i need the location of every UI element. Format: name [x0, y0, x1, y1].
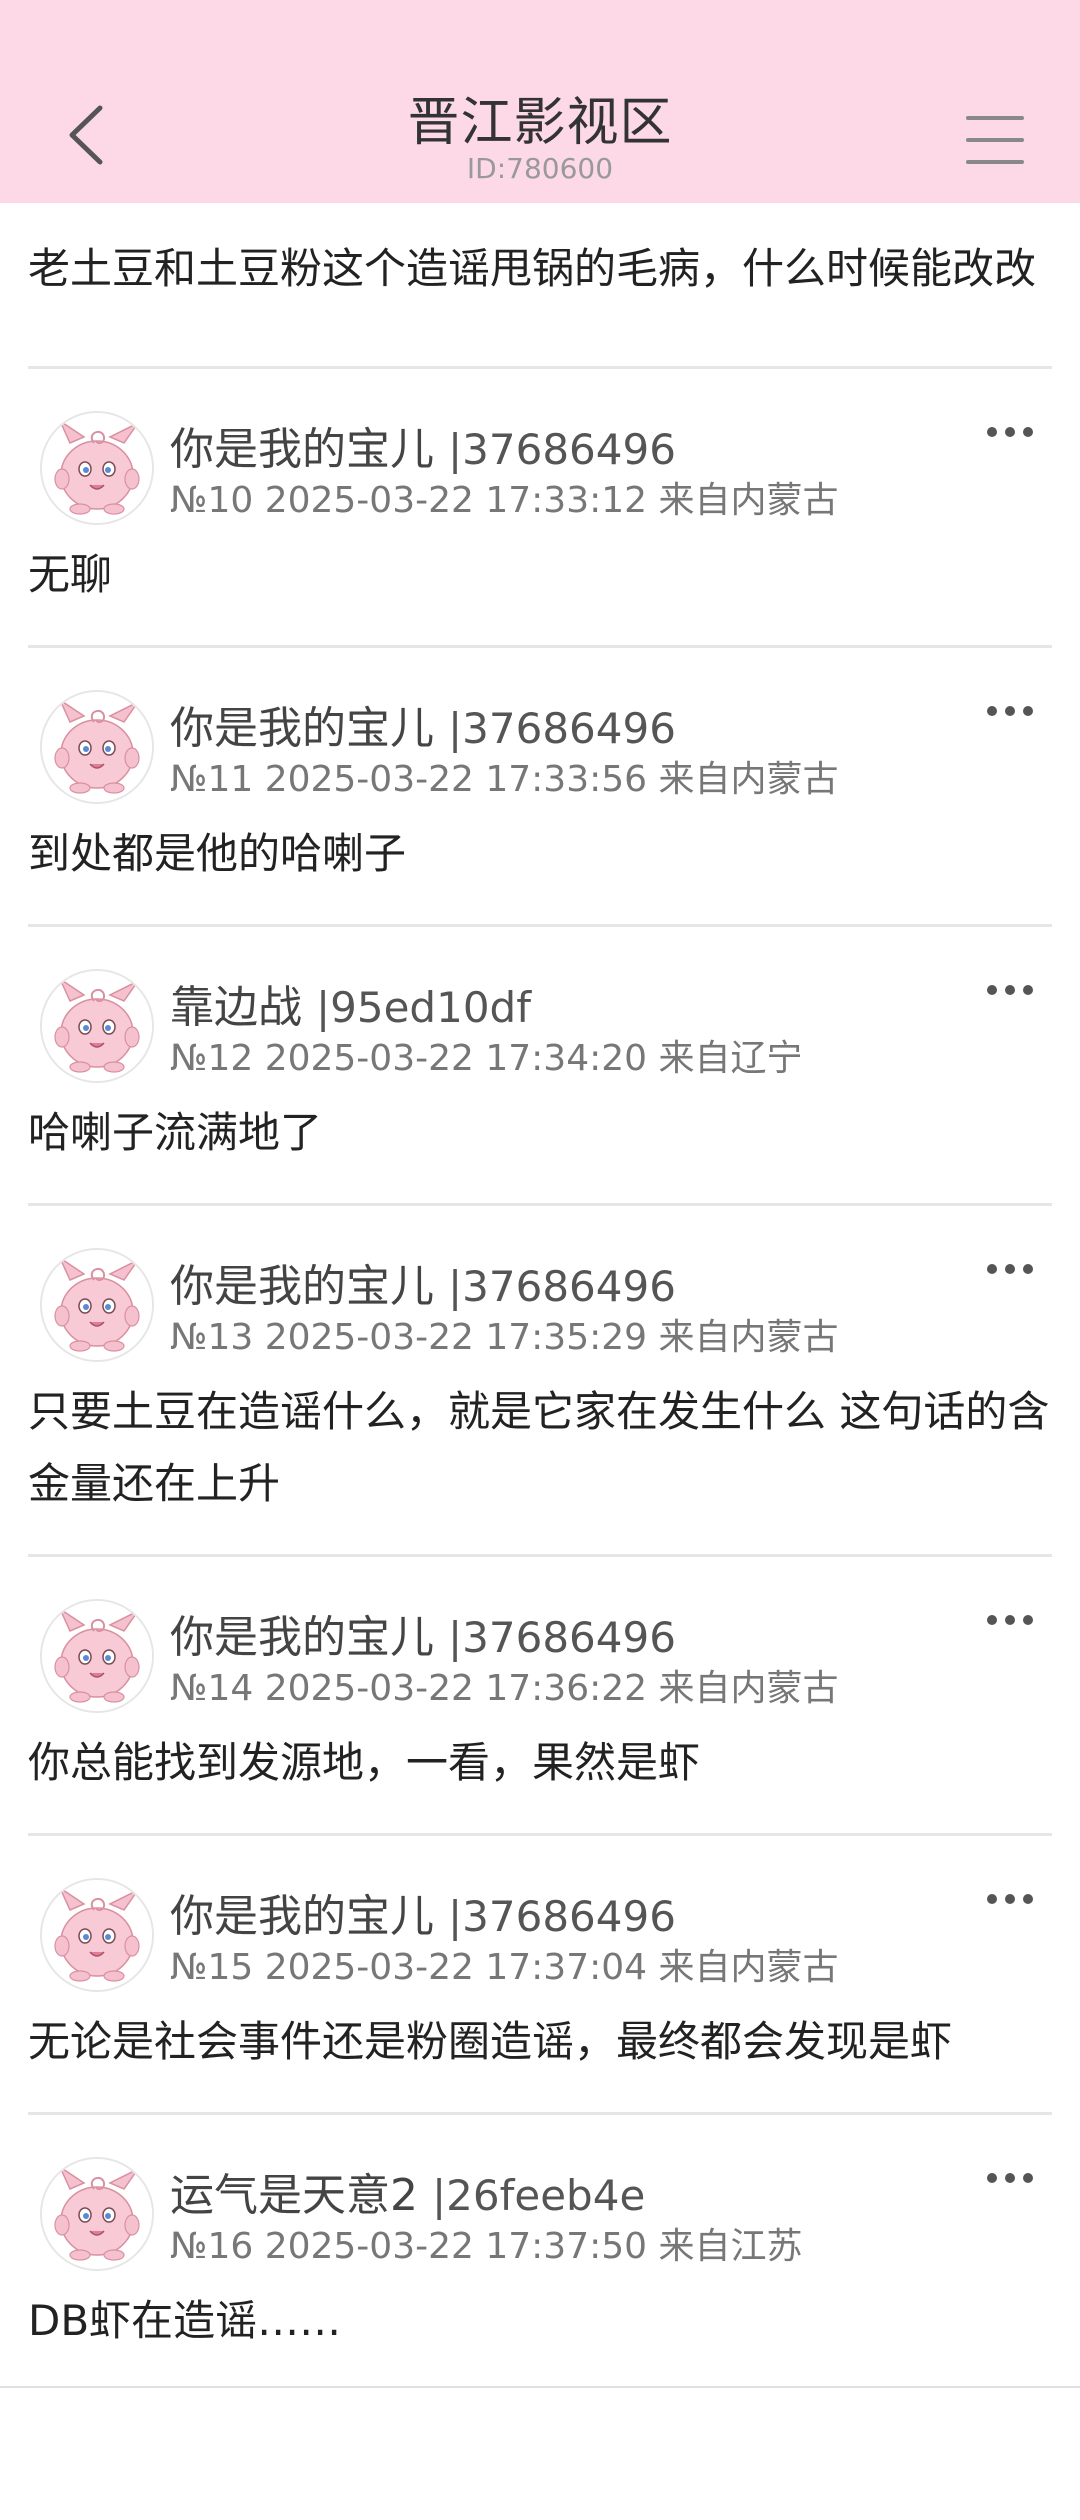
- more-dots-icon: [987, 2173, 1033, 2183]
- post-author[interactable]: 你是我的宝儿 |37686496: [170, 413, 676, 477]
- author-uid: |37686496: [448, 1613, 676, 1662]
- author-name: 你是我的宝儿: [170, 1261, 434, 1312]
- post-feed: 老土豆和土豆粉这个造谣甩锅的毛病，什么时候能改改 你是我的宝儿 |3768649…: [0, 203, 1080, 2355]
- post-body: DB虾在造谣……: [28, 2296, 342, 2345]
- author-uid: |37686496: [448, 704, 676, 753]
- pink-creature-avatar-icon: [42, 413, 152, 523]
- author-name: 你是我的宝儿: [170, 1612, 434, 1663]
- avatar[interactable]: [40, 690, 154, 804]
- pink-creature-avatar-icon: [42, 2159, 152, 2269]
- pink-creature-avatar-icon: [42, 1601, 152, 1711]
- more-dots-icon: [987, 706, 1033, 716]
- board-id: ID:780600: [466, 152, 614, 185]
- pink-creature-avatar-icon: [42, 1250, 152, 1360]
- post-body-partial: 老土豆和土豆粉这个造谣甩锅的毛病，什么时候能改改: [28, 244, 1037, 293]
- post-item: 你是我的宝儿 |37686496 №10 2025-03-22 17:33:12…: [0, 369, 1080, 645]
- author-name: 你是我的宝儿: [170, 1891, 434, 1942]
- more-button[interactable]: [986, 1884, 1034, 1914]
- more-button[interactable]: [986, 2163, 1034, 2193]
- pink-creature-avatar-icon: [42, 1880, 152, 1990]
- pink-creature-avatar-icon: [42, 971, 152, 1081]
- more-dots-icon: [987, 1264, 1033, 1274]
- post-body: 到处都是他的哈喇子: [28, 829, 407, 878]
- post-meta: №10 2025-03-22 17:33:12 来自内蒙古: [170, 480, 839, 521]
- more-button[interactable]: [986, 1605, 1034, 1635]
- avatar[interactable]: [40, 969, 154, 1083]
- post-item: 靠边战 |95ed10df №12 2025-03-22 17:34:20 来自…: [0, 927, 1080, 1203]
- post-item: 你是我的宝儿 |37686496 №13 2025-03-22 17:35:29…: [0, 1206, 1080, 1554]
- more-button[interactable]: [986, 975, 1034, 1005]
- post-meta: №15 2025-03-22 17:37:04 来自内蒙古: [170, 1947, 839, 1988]
- pink-creature-avatar-icon: [42, 692, 152, 802]
- author-name: 靠边战: [170, 982, 302, 1033]
- avatar[interactable]: [40, 411, 154, 525]
- author-uid: |37686496: [448, 1262, 676, 1311]
- author-uid: |37686496: [448, 425, 676, 474]
- top-bar: 晋江影视区 ID:780600: [0, 0, 1080, 203]
- post-item: 运气是天意2 |26feeb4e №16 2025-03-22 17:37:50…: [0, 2115, 1080, 2355]
- author-name: 你是我的宝儿: [170, 424, 434, 475]
- avatar[interactable]: [40, 1878, 154, 1992]
- more-dots-icon: [987, 985, 1033, 995]
- post-meta: №11 2025-03-22 17:33:56 来自内蒙古: [170, 759, 839, 800]
- more-button[interactable]: [986, 417, 1034, 447]
- page-title: 晋江影视区: [407, 93, 673, 153]
- post-author[interactable]: 你是我的宝儿 |37686496: [170, 1250, 676, 1314]
- post-author[interactable]: 你是我的宝儿 |37686496: [170, 1601, 676, 1665]
- post-item: 你是我的宝儿 |37686496 №11 2025-03-22 17:33:56…: [0, 648, 1080, 924]
- post-body: 你总能找到发源地，一看，果然是虾: [28, 1738, 701, 1787]
- menu-button[interactable]: [960, 112, 1030, 168]
- avatar[interactable]: [40, 1599, 154, 1713]
- post-author[interactable]: 你是我的宝儿 |37686496: [170, 1880, 676, 1944]
- post-body: 哈喇子流满地了: [28, 1108, 323, 1157]
- post-item: 你是我的宝儿 |37686496 №15 2025-03-22 17:37:04…: [0, 1836, 1080, 2112]
- post-meta: №13 2025-03-22 17:35:29 来自内蒙古: [170, 1317, 839, 1358]
- post-body: 无论是社会事件还是粉圈造谣，最终都会发现是虾: [28, 2017, 953, 2066]
- author-name: 你是我的宝儿: [170, 703, 434, 754]
- author-uid: |37686496: [448, 1892, 676, 1941]
- author-uid: |26feeb4e: [432, 2171, 646, 2220]
- more-dots-icon: [987, 1894, 1033, 1904]
- post-author[interactable]: 运气是天意2 |26feeb4e: [170, 2159, 645, 2223]
- post-author[interactable]: 你是我的宝儿 |37686496: [170, 692, 676, 756]
- more-dots-icon: [987, 1615, 1033, 1625]
- more-dots-icon: [987, 427, 1033, 437]
- post-body: 无聊: [28, 550, 113, 599]
- more-button[interactable]: [986, 1254, 1034, 1284]
- post-meta: №16 2025-03-22 17:37:50 来自江苏: [170, 2226, 803, 2267]
- bottom-bar: [0, 2388, 1080, 2520]
- post-body: 只要土豆在造谣什么，就是它家在发生什么 这句话的含金量还在上升: [28, 1387, 1050, 1508]
- more-button[interactable]: [986, 696, 1034, 726]
- avatar[interactable]: [40, 2157, 154, 2271]
- post-item: 你是我的宝儿 |37686496 №14 2025-03-22 17:36:22…: [0, 1557, 1080, 1833]
- author-uid: |95ed10df: [316, 983, 531, 1032]
- post-meta: №12 2025-03-22 17:34:20 来自辽宁: [170, 1038, 803, 1079]
- hamburger-menu-icon: [966, 116, 1024, 164]
- post-meta: №14 2025-03-22 17:36:22 来自内蒙古: [170, 1668, 839, 1709]
- avatar[interactable]: [40, 1248, 154, 1362]
- author-name: 运气是天意2: [170, 2170, 418, 2221]
- post-author[interactable]: 靠边战 |95ed10df: [170, 971, 531, 1035]
